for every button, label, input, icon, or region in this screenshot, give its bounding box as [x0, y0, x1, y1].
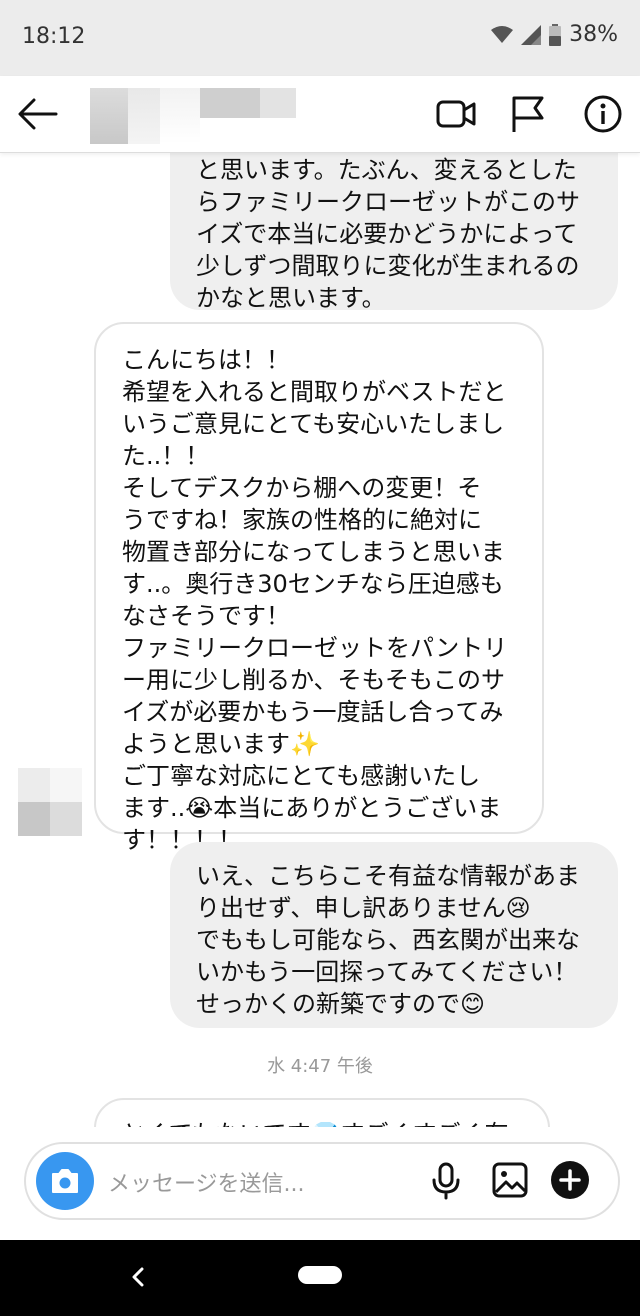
message-text: こんにちは！！ 希望を入れると間取りがベストだと いうご意見にとても安心いたしま… — [122, 346, 508, 854]
nav-home-pill[interactable] — [298, 1266, 342, 1284]
camera-icon — [52, 1169, 78, 1193]
add-icon[interactable] — [550, 1160, 590, 1200]
status-time: 18:12 — [22, 24, 86, 49]
back-arrow-icon[interactable] — [16, 94, 58, 134]
avatar[interactable] — [18, 768, 82, 836]
message-composer: メッセージを送信... — [24, 1142, 620, 1220]
message-text: とくてもないです💎すごくすごく有 — [122, 1118, 509, 1127]
timestamp: 水 4:47 午後 — [267, 1056, 373, 1077]
received-message-bubble-partial[interactable]: とくてもないです💎すごくすごく有 — [94, 1098, 550, 1127]
sent-message-bubble[interactable]: いえ、こちらこそ有益な情報があま り出せず、申し訳ありません😢 でももし可能なら… — [170, 842, 618, 1028]
gallery-icon[interactable] — [492, 1162, 528, 1198]
flag-icon[interactable] — [508, 94, 548, 134]
battery-percent: 38% — [569, 22, 618, 47]
message-text: いえ、こちらこそ有益な情報があま り出せず、申し訳ありません😢 でももし可能なら… — [196, 862, 580, 1018]
camera-button[interactable] — [36, 1152, 94, 1210]
status-icons: 38% — [491, 22, 618, 47]
system-nav-bar — [0, 1240, 640, 1316]
chat-header — [0, 76, 640, 153]
received-message-bubble[interactable]: こんにちは！！ 希望を入れると間取りがベストだと いうご意見にとても安心いたしま… — [94, 322, 544, 854]
nav-back-icon[interactable] — [128, 1266, 148, 1288]
info-icon[interactable] — [583, 94, 623, 134]
message-text: と思います。たぶん、変えるとした らファミリークローゼットがこのサ イズで本当に… — [196, 156, 580, 312]
message-input[interactable]: メッセージを送信... — [108, 1166, 305, 1198]
microphone-icon[interactable] — [431, 1162, 461, 1200]
status-bar: 18:12 38% — [0, 0, 640, 76]
video-call-icon[interactable] — [436, 94, 476, 134]
sent-message-bubble[interactable]: と思います。たぶん、変えるとした らファミリークローゼットがこのサ イズで本当に… — [170, 152, 618, 312]
blurred-username[interactable] — [90, 88, 296, 144]
wifi-icon — [491, 25, 514, 43]
message-thread: と思います。たぶん、変えるとした らファミリークローゼットがこのサ イズで本当に… — [0, 152, 640, 1127]
signal-icon — [521, 24, 542, 45]
battery-icon — [549, 23, 562, 46]
